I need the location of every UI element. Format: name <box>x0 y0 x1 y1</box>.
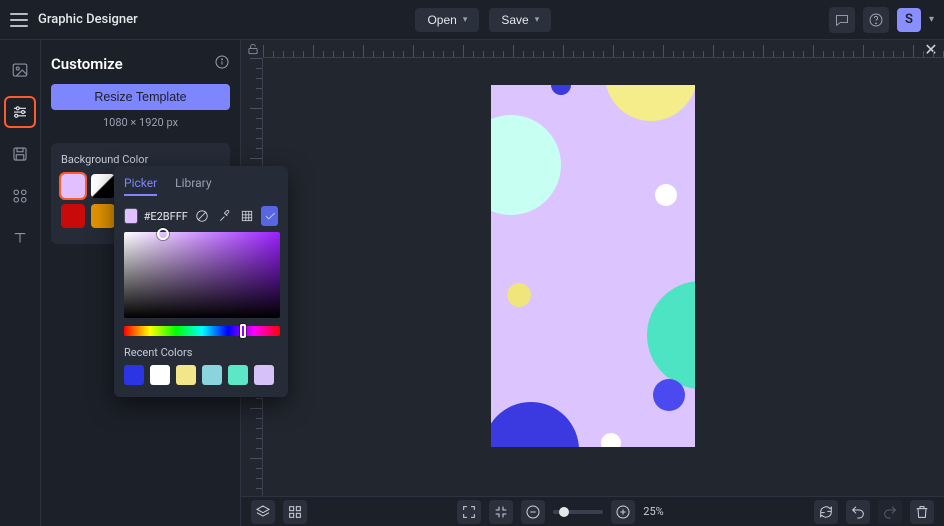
hue-slider[interactable] <box>124 326 280 336</box>
undo-icon[interactable] <box>846 500 870 524</box>
artboard-circle[interactable] <box>491 402 579 447</box>
hamburger-icon[interactable] <box>10 13 28 27</box>
picker-tabs: Picker Library <box>124 176 278 196</box>
delete-icon[interactable] <box>910 500 934 524</box>
recent-colors-label: Recent Colors <box>124 346 278 359</box>
panel-header: Customize <box>51 54 230 74</box>
no-color-icon[interactable] <box>194 206 211 226</box>
picker-row: #E2BFFF <box>124 206 278 226</box>
artboard-circle[interactable] <box>507 283 531 307</box>
open-button[interactable]: Open ▾ <box>415 8 479 32</box>
open-button-label: Open <box>427 13 456 27</box>
dimensions-label: 1080 × 1920 px <box>51 116 230 129</box>
tab-picker[interactable]: Picker <box>124 176 157 196</box>
bottom-center: 25% <box>307 500 814 524</box>
left-rail <box>0 40 41 526</box>
background-color-label: Background Color <box>61 153 220 166</box>
lock-icon[interactable] <box>246 42 260 56</box>
resize-template-button[interactable]: Resize Template <box>51 84 230 110</box>
grid-icon[interactable] <box>239 206 256 226</box>
info-icon[interactable] <box>214 54 230 74</box>
artboard-circle[interactable] <box>491 115 561 215</box>
help-icon[interactable] <box>863 7 889 33</box>
bottom-left <box>251 500 307 524</box>
tab-library[interactable]: Library <box>175 176 211 196</box>
ruler-horizontal <box>263 40 944 58</box>
recent-swatch[interactable] <box>150 365 170 385</box>
redo-icon[interactable] <box>878 500 902 524</box>
rail-text-icon[interactable] <box>6 224 34 252</box>
sv-cursor[interactable] <box>157 228 169 240</box>
artboard-circle[interactable] <box>647 281 695 389</box>
grid-view-icon[interactable] <box>283 500 307 524</box>
canvas-area: ✕ <box>241 40 944 496</box>
save-button[interactable]: Save ▾ <box>489 8 551 32</box>
panel-title: Customize <box>51 55 123 73</box>
picker-preview-swatch <box>124 208 138 224</box>
rail-elements-icon[interactable] <box>6 182 34 210</box>
topbar: Graphic Designer Open ▾ Save ▾ S ▾ <box>0 0 944 40</box>
topbar-center: Open ▾ Save ▾ <box>138 8 829 32</box>
swatch[interactable] <box>61 174 85 198</box>
app-title: Graphic Designer <box>38 12 138 27</box>
bottom-bar: 25% <box>241 496 944 526</box>
hue-cursor[interactable] <box>240 324 246 338</box>
refresh-icon[interactable] <box>814 500 838 524</box>
color-picker-popover: Picker Library #E2BFFF Recent Colors <box>114 166 288 397</box>
artboard-circle[interactable] <box>601 433 621 447</box>
artboard-circle[interactable] <box>551 85 571 95</box>
zoom-out-icon[interactable] <box>521 500 545 524</box>
recent-swatch[interactable] <box>202 365 222 385</box>
avatar[interactable]: S <box>897 8 921 32</box>
chevron-down-icon: ▾ <box>535 14 540 25</box>
topbar-right: S ▾ <box>829 7 934 33</box>
zoom-label: 25% <box>643 505 663 518</box>
save-button-label: Save <box>501 13 528 27</box>
rail-images-icon[interactable] <box>6 56 34 84</box>
bottom-right <box>814 500 934 524</box>
zoom-slider[interactable] <box>553 510 603 514</box>
check-icon[interactable] <box>261 206 278 226</box>
sv-gradient[interactable] <box>124 232 280 318</box>
recent-swatch[interactable] <box>124 365 144 385</box>
eyedropper-icon[interactable] <box>216 206 233 226</box>
layers-icon[interactable] <box>251 500 275 524</box>
artboard[interactable] <box>491 85 695 447</box>
swatch[interactable] <box>91 174 115 198</box>
collapse-icon[interactable] <box>489 500 513 524</box>
artboard-circle[interactable] <box>655 184 677 206</box>
artboard-circle[interactable] <box>653 379 685 411</box>
chevron-down-icon: ▾ <box>463 14 468 25</box>
zoom-in-icon[interactable] <box>611 500 635 524</box>
recent-swatch[interactable] <box>254 365 274 385</box>
recent-colors-row <box>124 365 278 385</box>
recent-swatch[interactable] <box>176 365 196 385</box>
swatch[interactable] <box>61 204 85 228</box>
picker-hex[interactable]: #E2BFFF <box>144 210 188 223</box>
rail-customize-icon[interactable] <box>6 98 34 126</box>
rail-save-icon[interactable] <box>6 140 34 168</box>
topbar-left: Graphic Designer <box>10 12 138 27</box>
recent-swatch[interactable] <box>228 365 248 385</box>
avatar-chevron-down-icon[interactable]: ▾ <box>929 14 934 25</box>
comment-icon[interactable] <box>829 7 855 33</box>
swatch[interactable] <box>91 204 115 228</box>
artboard-circle[interactable] <box>605 85 695 121</box>
zoom-thumb[interactable] <box>559 507 569 517</box>
fit-screen-icon[interactable] <box>457 500 481 524</box>
